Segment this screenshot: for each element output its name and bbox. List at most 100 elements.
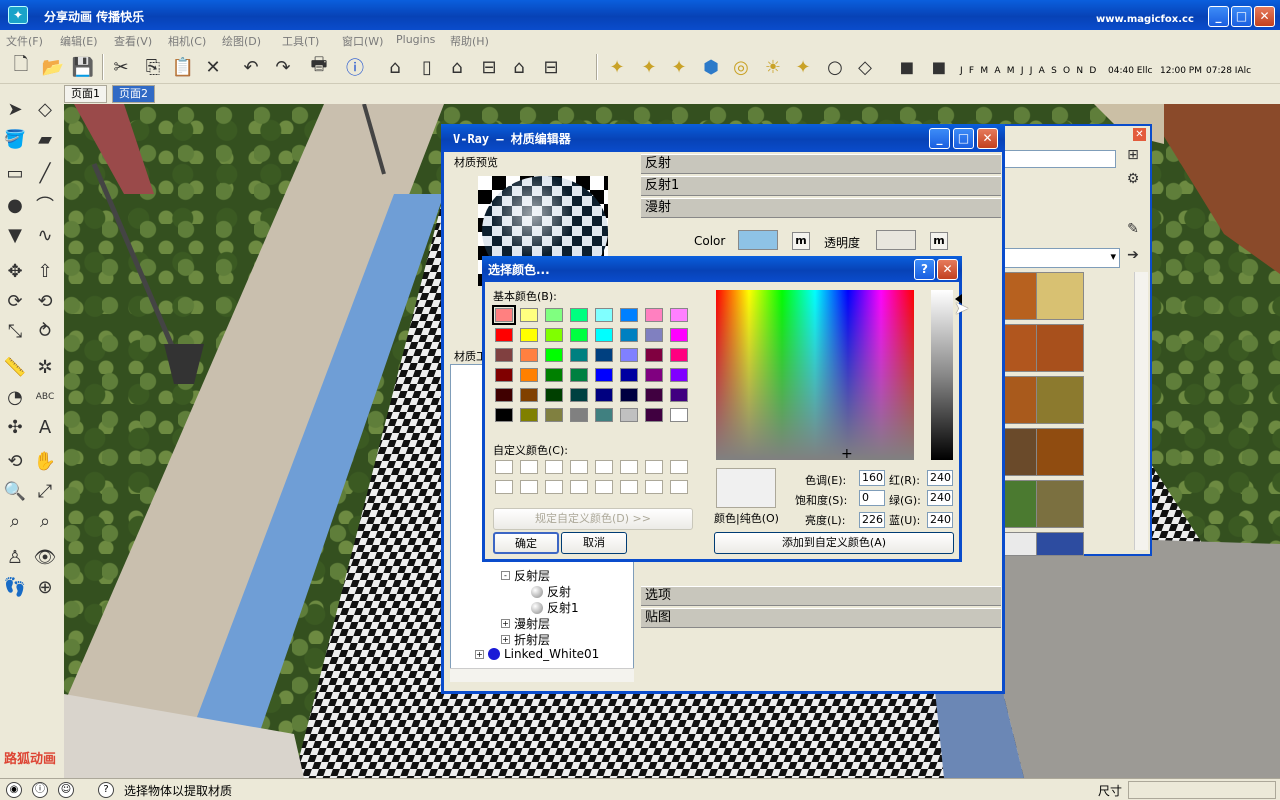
basic-color-swatch[interactable] [620,368,638,382]
user-icon[interactable]: ☺ [58,782,74,798]
basic-color-swatch[interactable] [670,308,688,322]
copy-icon[interactable]: ⎘ [140,54,166,80]
menu-view[interactable]: 查看(V) [114,33,152,49]
pan-icon[interactable]: ✋ [32,448,58,474]
axes-icon[interactable]: ✣ [2,414,28,440]
back-view-icon[interactable]: ⌂ [506,54,532,80]
custom-color-swatch[interactable] [670,480,688,494]
rotate-icon[interactable]: ⟳ [2,288,28,314]
vray-render-icon[interactable]: ✦ [666,54,692,80]
material-name-field[interactable] [1004,150,1116,168]
vray-frame-icon[interactable]: ⬢ [698,54,724,80]
create-material-icon[interactable]: ⊞ [1124,146,1142,164]
basic-color-swatch[interactable] [545,368,563,382]
line-icon[interactable]: ╱ [32,160,58,186]
basic-color-swatch[interactable] [495,408,513,422]
basic-color-swatch[interactable] [670,408,688,422]
basic-color-swatch[interactable] [595,368,613,382]
section-maps[interactable]: 贴图 [641,608,1001,628]
measurements-box[interactable] [1128,781,1276,799]
basic-color-swatch[interactable] [495,328,513,342]
basic-color-swatch[interactable] [495,348,513,362]
custom-color-swatch[interactable] [495,460,513,474]
menu-plugins[interactable]: Plugins [396,33,435,46]
basic-color-swatch[interactable] [645,368,663,382]
expand-icon[interactable]: + [501,619,510,628]
look-around-icon[interactable]: 👁 [32,544,58,570]
erase-icon[interactable]: ✕ [200,54,226,80]
custom-color-swatch[interactable] [545,460,563,474]
vray-close-button[interactable]: ✕ [977,128,998,149]
select-icon[interactable]: ➤ [2,96,28,122]
text-icon[interactable]: ABC [32,384,58,410]
basic-color-swatch[interactable] [620,348,638,362]
opacity-map-button[interactable]: m [930,232,948,250]
tree-node-diffuse-layer[interactable]: + 漫射层 [501,615,550,632]
color-spectrum[interactable] [716,290,914,460]
vray-dome-icon[interactable]: ◇ [852,54,878,80]
menu-window[interactable]: 窗口(W) [342,33,383,49]
picker-close-button[interactable]: ✕ [937,259,958,280]
geo-location-icon[interactable]: ◉ [6,782,22,798]
rectangle-icon[interactable]: ▭ [2,160,28,186]
vray-minimize-button[interactable]: _ [929,128,950,149]
move-icon[interactable]: ✥ [2,258,28,284]
add-custom-color-button[interactable]: 添加到自定义颜色(A) [714,532,954,554]
vray-material-icon[interactable]: ✦ [604,54,630,80]
custom-color-swatch[interactable] [595,460,613,474]
offset-icon[interactable]: ⥁ [32,318,58,344]
top-view-icon[interactable]: ▯ [414,54,440,80]
material-swatch[interactable] [1036,532,1084,556]
section-plane-icon[interactable]: ⊕ [32,574,58,600]
details-arrow-icon[interactable]: ➔ [1124,246,1142,264]
left-view-icon[interactable]: ⊟ [538,54,564,80]
save-icon[interactable]: 💾 [70,54,96,80]
paint-material-icon[interactable]: ⚙ [1124,170,1142,188]
maximize-button[interactable]: □ [1231,6,1252,27]
open-folder-icon[interactable]: 📂 [40,54,66,80]
basic-color-swatch[interactable] [595,348,613,362]
basic-color-swatch[interactable] [595,388,613,402]
menu-tools[interactable]: 工具(T) [282,33,319,49]
zoom-icon[interactable]: 🔍 [2,478,28,504]
custom-color-swatch[interactable] [645,460,663,474]
basic-color-swatch[interactable] [545,328,563,342]
iso-view-icon[interactable]: ⌂ [382,54,408,80]
3d-text-icon[interactable]: A [32,414,58,440]
credits-icon[interactable]: ⓘ [32,782,48,798]
opacity-color-swatch[interactable] [876,230,916,250]
help-button[interactable]: ? [914,259,935,280]
expand-icon[interactable]: + [501,635,510,644]
basic-color-swatch[interactable] [645,328,663,342]
basic-color-swatch[interactable] [620,328,638,342]
basic-color-swatch[interactable] [492,305,516,325]
cancel-button[interactable]: 取消 [561,532,627,554]
orbit-icon[interactable]: ⟲ [2,448,28,474]
basic-color-swatch[interactable] [570,308,588,322]
tape-measure-icon[interactable]: 📏 [2,354,28,380]
basic-color-swatch[interactable] [570,388,588,402]
vray-omni-icon[interactable]: ○ [822,54,848,80]
walk-icon[interactable]: ♙ [2,544,28,570]
basic-color-swatch[interactable] [645,408,663,422]
basic-color-swatch[interactable] [520,308,538,322]
arc-icon[interactable]: ⌒ [32,192,58,218]
info-icon[interactable]: ⓘ [342,54,368,80]
basic-color-swatch[interactable] [645,348,663,362]
footprints-icon[interactable]: 👣 [2,574,28,600]
right-view-icon[interactable]: ⊟ [476,54,502,80]
lum-input[interactable]: 226 [859,512,885,528]
basic-color-swatch[interactable] [495,368,513,382]
custom-color-swatch[interactable] [520,480,538,494]
custom-color-swatch[interactable] [570,460,588,474]
tree-node-reflect[interactable]: 反射 [531,583,571,600]
basic-color-swatch[interactable] [520,388,538,402]
material-swatch[interactable] [1036,376,1084,424]
material-scrollbar[interactable] [1134,272,1148,550]
basic-color-swatch[interactable] [520,328,538,342]
material-swatch[interactable] [1036,272,1084,320]
section-diffuse[interactable]: 漫射 [641,198,1001,218]
circle-icon[interactable]: ● [2,192,28,218]
basic-color-swatch[interactable] [620,388,638,402]
vray-options-icon[interactable]: ✦ [636,54,662,80]
